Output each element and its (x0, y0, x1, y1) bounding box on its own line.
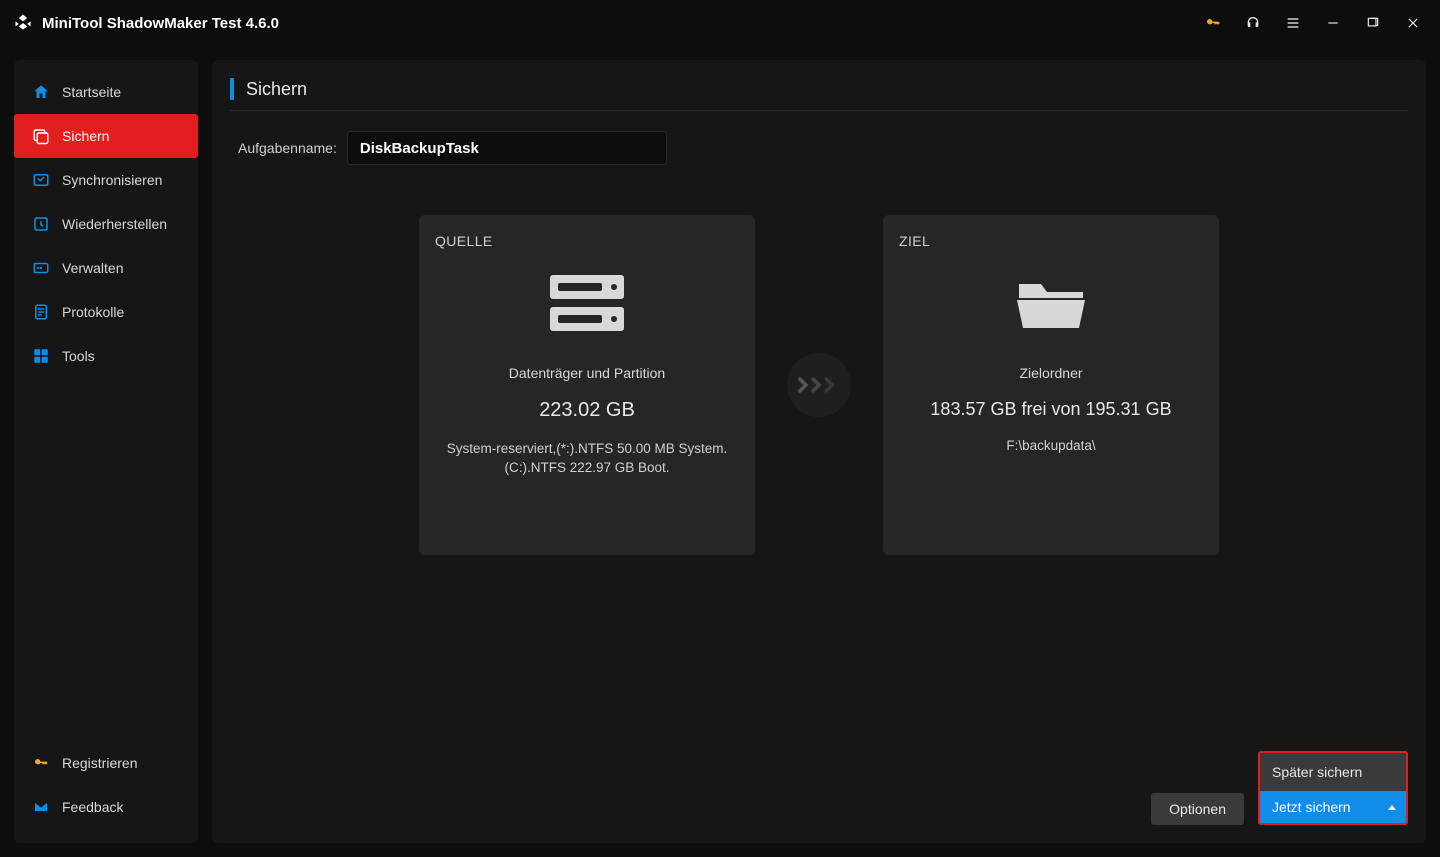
sidebar-item-label: Verwalten (62, 260, 123, 276)
backup-now-button[interactable]: Jetzt sichern (1260, 791, 1406, 823)
key-icon[interactable] (1204, 14, 1222, 32)
maximize-button[interactable] (1364, 14, 1382, 32)
source-heading: QUELLE (435, 233, 493, 249)
sidebar-item-verwalten[interactable]: Verwalten (14, 246, 198, 290)
sidebar-footer-label: Feedback (62, 799, 123, 815)
key-icon (32, 754, 50, 772)
target-heading: ZIEL (899, 233, 930, 249)
taskname-row: Aufgabenname: (238, 131, 1408, 165)
backup-now-label: Jetzt sichern (1272, 799, 1351, 815)
restore-icon (32, 215, 50, 233)
chevrons-icon (787, 353, 851, 417)
options-button[interactable]: Optionen (1151, 793, 1244, 825)
target-line1: Zielordner (1019, 365, 1082, 381)
sidebar-footer-label: Registrieren (62, 755, 137, 771)
sidebar-item-label: Wiederherstellen (62, 216, 167, 232)
source-card[interactable]: QUELLE Datenträger und Partition 223.02 … (419, 215, 755, 555)
sidebar-item-label: Tools (62, 348, 95, 364)
headphones-icon[interactable] (1244, 14, 1262, 32)
app-logo-icon (12, 12, 34, 34)
source-details: System-reserviert,(*:).NTFS 50.00 MB Sys… (435, 440, 739, 478)
app-title: MiniTool ShadowMaker Test 4.6.0 (42, 15, 279, 32)
sidebar-item-label: Startseite (62, 84, 121, 100)
sidebar-item-label: Protokolle (62, 304, 124, 320)
sidebar-item-startseite[interactable]: Startseite (14, 70, 198, 114)
sidebar: Startseite Sichern Synchronisieren Wiede… (14, 60, 198, 843)
titlebar-controls (1204, 14, 1432, 32)
target-card[interactable]: ZIEL Zielordner 183.57 GB frei von 195.3… (883, 215, 1219, 555)
header-accent-bar (230, 78, 234, 100)
chevron-up-icon (1388, 805, 1396, 810)
sidebar-item-synchronisieren[interactable]: Synchronisieren (14, 158, 198, 202)
sidebar-item-wiederherstellen[interactable]: Wiederherstellen (14, 202, 198, 246)
tools-icon (32, 347, 50, 365)
sync-icon (32, 171, 50, 189)
log-icon (32, 303, 50, 321)
sidebar-item-protokolle[interactable]: Protokolle (14, 290, 198, 334)
mail-icon (32, 798, 50, 816)
footer-actions: Optionen Später sichern Jetzt sichern (1151, 751, 1408, 825)
main-panel: Sichern Aufgabenname: QUELLE (212, 60, 1426, 843)
disk-icon (548, 271, 626, 335)
home-icon (32, 83, 50, 101)
sidebar-footer-registrieren[interactable]: Registrieren (14, 741, 198, 785)
folder-icon (1015, 271, 1087, 335)
sidebar-item-sichern[interactable]: Sichern (14, 114, 198, 158)
titlebar: MiniTool ShadowMaker Test 4.6.0 (0, 0, 1440, 46)
taskname-input[interactable] (347, 131, 667, 165)
target-path: F:\backupdata\ (1006, 438, 1095, 453)
manage-icon (32, 259, 50, 277)
sidebar-item-label: Synchronisieren (62, 172, 162, 188)
taskname-label: Aufgabenname: (238, 140, 337, 156)
minimize-button[interactable] (1324, 14, 1342, 32)
sidebar-item-tools[interactable]: Tools (14, 334, 198, 378)
menu-icon[interactable] (1284, 14, 1302, 32)
backup-later-option[interactable]: Später sichern (1260, 753, 1406, 791)
target-space: 183.57 GB frei von 195.31 GB (930, 399, 1171, 420)
source-line1: Datenträger und Partition (509, 365, 665, 381)
cards-row: QUELLE Datenträger und Partition 223.02 … (230, 215, 1408, 555)
sidebar-item-label: Sichern (62, 128, 109, 144)
page-header: Sichern (230, 78, 1408, 111)
sidebar-footer-feedback[interactable]: Feedback (14, 785, 198, 829)
source-size: 223.02 GB (539, 399, 635, 422)
backup-icon (32, 127, 50, 145)
close-button[interactable] (1404, 14, 1422, 32)
page-title: Sichern (246, 79, 307, 100)
backup-dropdown: Später sichern Jetzt sichern (1258, 751, 1408, 825)
